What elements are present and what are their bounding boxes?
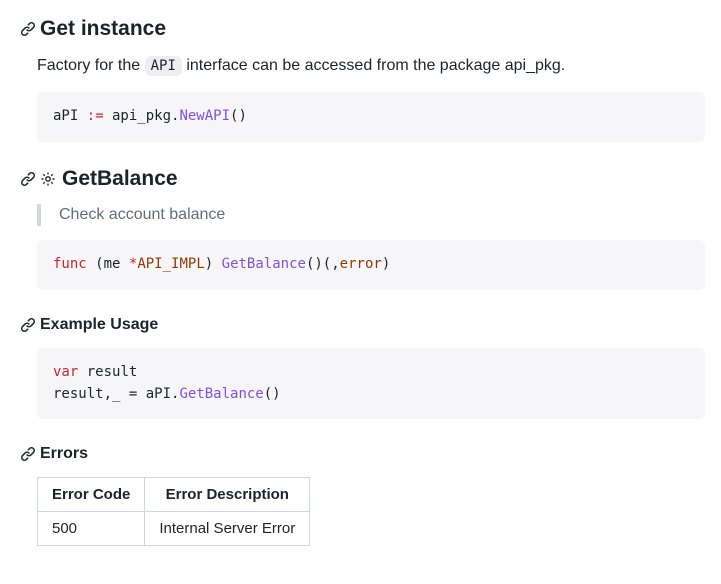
- quote-text: Check account balance: [59, 206, 225, 223]
- link-icon: [20, 446, 36, 462]
- code-token-kw: var: [53, 364, 78, 380]
- section-example-heading: Example Usage: [20, 316, 705, 334]
- code-token: me: [104, 256, 129, 272]
- code-token-call: GetBalance: [222, 256, 306, 272]
- td-error-code: 500: [38, 512, 145, 546]
- code-token: (: [95, 256, 103, 272]
- heading-text: Get instance: [40, 16, 166, 42]
- section-get-instance-heading: Get instance: [20, 16, 705, 42]
- get-instance-desc: Factory for the API interface can be acc…: [37, 54, 705, 78]
- desc-pre: Factory for the: [37, 57, 145, 74]
- code-token: ()(: [306, 256, 331, 272]
- code-token-op: :=: [87, 108, 104, 124]
- code-token: ,: [331, 256, 339, 272]
- section-getbalance-heading: GetBalance: [20, 166, 705, 192]
- code-token: [213, 256, 221, 272]
- code-token-type: error: [340, 256, 382, 272]
- link-icon: [20, 317, 36, 333]
- code-token: [87, 256, 95, 272]
- link-icon: [20, 171, 36, 187]
- code-token: ): [382, 256, 390, 272]
- inline-code-api: API: [145, 56, 182, 76]
- code-token: result: [78, 364, 145, 380]
- code-token: (): [230, 108, 247, 124]
- desc-post: interface can be accessed from the packa…: [182, 57, 565, 74]
- code-token: result,_ = aPI.: [53, 386, 179, 402]
- getbalance-quote: Check account balance: [37, 204, 705, 226]
- code-token-type: API_IMPL: [137, 256, 204, 272]
- link-icon: [20, 21, 36, 37]
- code-token-call: GetBalance: [179, 386, 263, 402]
- code-token-kw: func: [53, 256, 87, 272]
- code-token-call: NewAPI: [179, 108, 230, 124]
- th-error-desc: Error Description: [145, 478, 310, 512]
- table-row: 500 Internal Server Error: [38, 512, 310, 546]
- code-example: var result result,_ = aPI.GetBalance(): [37, 348, 705, 419]
- td-error-desc: Internal Server Error: [145, 512, 310, 546]
- gear-icon: [40, 171, 56, 187]
- code-token: ): [205, 256, 213, 272]
- th-error-code: Error Code: [38, 478, 145, 512]
- section-errors-heading: Errors: [20, 445, 705, 463]
- code-token: (): [264, 386, 281, 402]
- code-token: api_pkg.: [104, 108, 180, 124]
- heading-text: Errors: [40, 445, 88, 463]
- code-getbalance-sig: func (me *API_IMPL) GetBalance()(,error): [37, 240, 705, 290]
- errors-table: Error Code Error Description 500 Interna…: [37, 477, 310, 546]
- heading-text: GetBalance: [62, 166, 178, 192]
- code-token: aPI: [53, 108, 87, 124]
- table-header-row: Error Code Error Description: [38, 478, 310, 512]
- code-get-instance: aPI := api_pkg.NewAPI(): [37, 92, 705, 142]
- heading-text: Example Usage: [40, 316, 158, 334]
